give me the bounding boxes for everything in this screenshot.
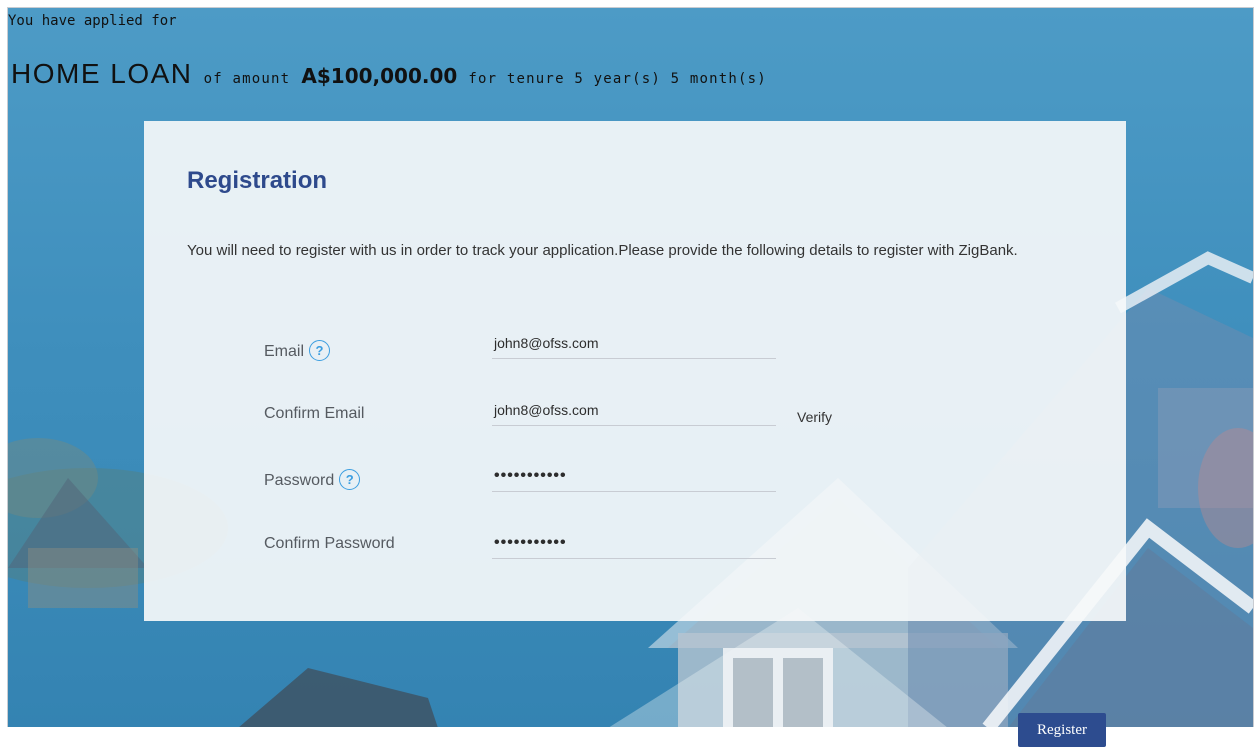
hero-background: You have applied for HOME LOAN of amount… (7, 7, 1254, 728)
email-row: Email? john8@ofss.com (144, 327, 1126, 367)
register-button[interactable]: Register (1018, 713, 1106, 747)
email-help-icon[interactable]: ? (309, 340, 331, 361)
password-row: Password? ••••••••••• (144, 456, 1126, 496)
password-label: Password (264, 472, 335, 489)
password-label-group: Password? (264, 469, 361, 490)
verify-link[interactable]: Verify (797, 409, 832, 425)
confirm-password-field[interactable]: ••••••••••• (492, 531, 776, 559)
confirm-email-label: Confirm Email (264, 405, 365, 422)
loan-summary: HOME LOAN of amount A$100,000.00 for ten… (11, 58, 767, 90)
confirm-password-label: Confirm Password (264, 535, 395, 552)
email-label: Email (264, 343, 305, 360)
confirm-password-row: Confirm Password ••••••••••• (144, 521, 1126, 561)
confirm-email-row: Confirm Email john8@ofss.com Verify (144, 394, 1126, 434)
email-label-group: Email? (264, 340, 331, 361)
password-field[interactable]: ••••••••••• (492, 464, 776, 492)
confirm-email-field[interactable]: john8@ofss.com (492, 398, 776, 426)
registration-title: Registration (187, 167, 328, 194)
registration-description: You will need to register with us in ord… (187, 242, 1018, 259)
password-help-icon[interactable]: ? (339, 469, 361, 490)
loan-tenure-text: for tenure 5 year(s) 5 month(s) (468, 71, 767, 87)
loan-product-title: HOME LOAN (11, 58, 193, 89)
loan-amount: A$100,000.00 (301, 64, 458, 88)
of-amount-text: of amount (203, 71, 291, 87)
registration-card: Registration You will need to register w… (144, 121, 1126, 621)
email-field[interactable]: john8@ofss.com (492, 331, 776, 359)
applied-for-text: You have applied for (8, 13, 177, 29)
